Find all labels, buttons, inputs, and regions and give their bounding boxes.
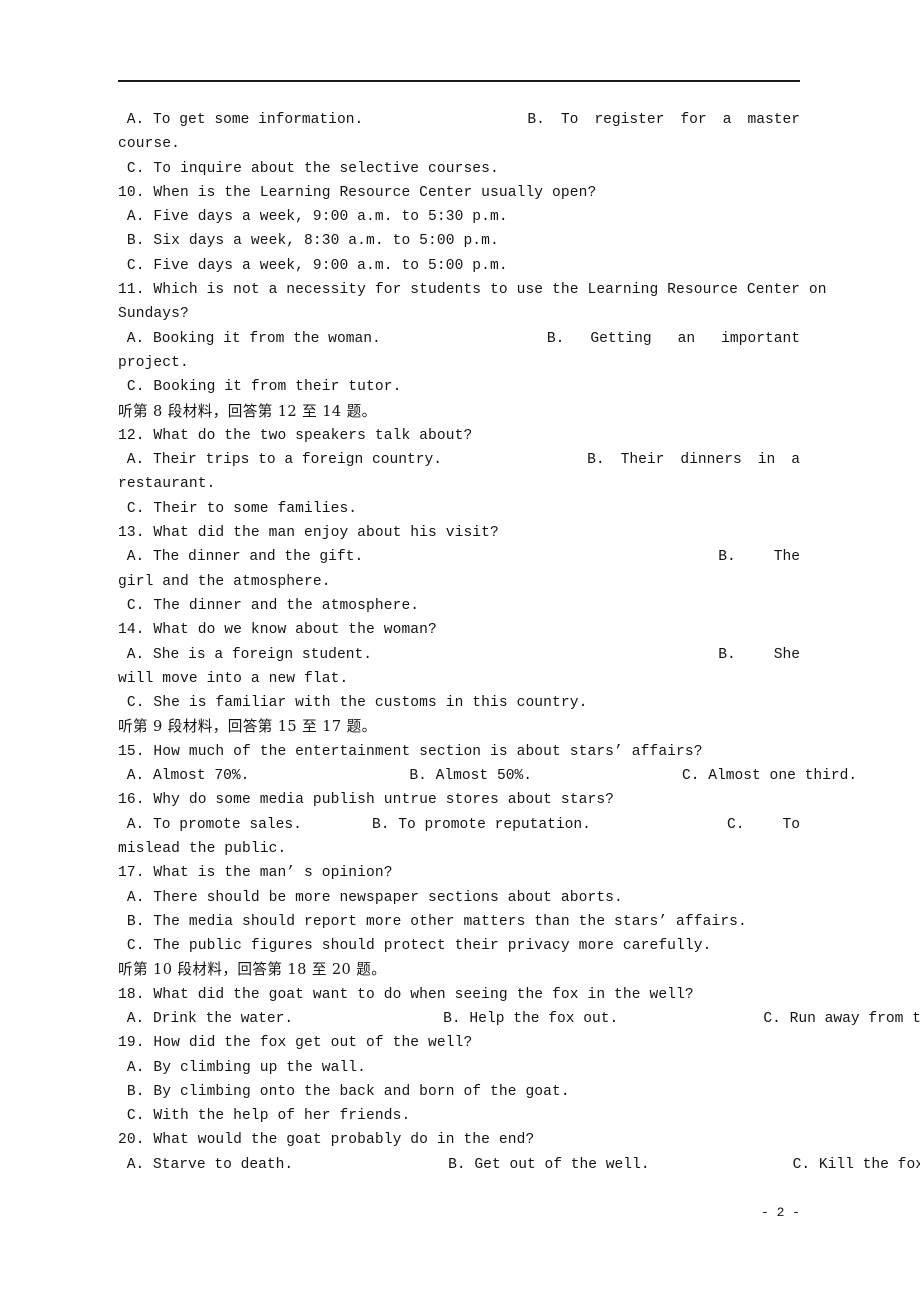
question-line: C. With the help of her friends. bbox=[118, 1108, 411, 1125]
option-row: A. Almost 70%. B. Almost 50%. C. Almost on… bbox=[118, 764, 857, 788]
option-choice: A. To get some information. bbox=[118, 112, 364, 128]
header-divider-rule bbox=[118, 80, 800, 82]
question-line: A. Five days a week, 9:00 a.m. to 5:30 p… bbox=[118, 209, 508, 226]
question-line: B. The media should report more other ma… bbox=[118, 913, 747, 930]
question-text-body: A. To get some information. B. To register f… bbox=[118, 108, 920, 1177]
option-choice: C. Kill the fox. bbox=[792, 1156, 920, 1173]
option-row-justified: A. The dinner and the gift. B. The bbox=[118, 545, 800, 569]
question-line: C. The dinner and the atmosphere. bbox=[118, 597, 420, 614]
word: master bbox=[747, 112, 800, 128]
option-choice: A. She is a foreign student. bbox=[118, 646, 372, 663]
option-row-justified: A. Booking it from the woman. B. Getting an… bbox=[118, 327, 800, 351]
question-line: Sundays? bbox=[118, 306, 189, 323]
word: a bbox=[791, 452, 800, 469]
question-line: will move into a new flat. bbox=[118, 670, 349, 687]
question-line: course. bbox=[118, 136, 181, 153]
option-choice-wrapped: B. Getting an important bbox=[547, 327, 800, 351]
option-choice: A. Booking it from the woman. bbox=[118, 330, 381, 347]
option-choice-wrapped: C. To bbox=[727, 813, 800, 837]
word: C. bbox=[726, 816, 745, 833]
question-line: 11. Which is not a necessity for student… bbox=[118, 282, 827, 299]
option-choice: A. The dinner and the gift. bbox=[118, 549, 364, 566]
option-row: A. Starve to death. B. Get out of the wel… bbox=[118, 1153, 920, 1177]
word: Getting bbox=[590, 330, 652, 347]
word: B. bbox=[718, 549, 736, 566]
word: She bbox=[773, 646, 800, 663]
question-line: 20. What would the goat probably do in t… bbox=[118, 1132, 535, 1149]
option-row-justified: A. To get some information. B. To register f… bbox=[118, 108, 800, 132]
word: B. bbox=[718, 646, 736, 663]
question-line: mislead the public. bbox=[118, 840, 287, 857]
option-choice: A. Their trips to a foreign country. bbox=[118, 452, 443, 469]
option-choice: A. Almost 70%. bbox=[118, 768, 250, 785]
question-line: 18. What did the goat want to do when se… bbox=[118, 986, 694, 1003]
question-line: 16. Why do some media publish untrue sto… bbox=[118, 792, 615, 809]
option-choice-wrapped: B. She bbox=[718, 643, 800, 667]
word: B. bbox=[546, 330, 565, 347]
option-row-justified: A. Their trips to a foreign country. B. Th… bbox=[118, 448, 800, 472]
question-line: C. She is familiar with the customs in t… bbox=[118, 695, 588, 712]
word: in bbox=[757, 452, 776, 469]
option-choice: A. Starve to death. bbox=[118, 1156, 294, 1173]
question-line: C. Five days a week, 9:00 a.m. to 5:00 p… bbox=[118, 257, 508, 274]
word: To bbox=[782, 816, 800, 833]
question-line: 12. What do the two speakers talk about? bbox=[118, 427, 473, 444]
option-choice: B. Get out of the well. bbox=[448, 1156, 650, 1173]
option-row-justified: A. To promote sales. B. To promote reput… bbox=[118, 813, 800, 837]
word: Their bbox=[620, 452, 665, 469]
question-line: A. By climbing up the wall. bbox=[118, 1059, 367, 1076]
question-line: C. To inquire about the selective course… bbox=[118, 160, 499, 177]
word: a bbox=[722, 112, 732, 128]
question-line: 10. When is the Learning Resource Center… bbox=[118, 184, 597, 201]
word: for bbox=[680, 112, 707, 128]
question-line: C. Booking it from their tutor. bbox=[118, 379, 402, 396]
question-line: C. Their to some families. bbox=[118, 500, 358, 517]
question-line: 17. What is the man’ s opinion? bbox=[118, 865, 393, 882]
question-line: C. The public figures should protect the… bbox=[118, 938, 712, 955]
word: dinners bbox=[680, 452, 742, 469]
section-direction-line: 听第 9 段材料，回答第 15 至 17 题。 bbox=[118, 718, 377, 736]
word: important bbox=[721, 330, 800, 347]
word: register bbox=[594, 112, 665, 128]
question-line: project. bbox=[118, 354, 189, 371]
question-line: B. Six days a week, 8:30 a.m. to 5:00 p.… bbox=[118, 233, 499, 250]
question-line: B. By climbing onto the back and born of… bbox=[118, 1083, 570, 1100]
option-choice-wrapped: B. The bbox=[718, 545, 800, 569]
option-choice: A. Drink the water. bbox=[118, 1010, 294, 1027]
option-choice: B. Almost 50%. bbox=[409, 768, 532, 785]
option-choice: C. Run away from the well. bbox=[763, 1010, 920, 1027]
question-line: 19. How did the fox get out of the well? bbox=[118, 1035, 473, 1052]
word: B. bbox=[587, 452, 605, 469]
question-line: 14. What do we know about the woman? bbox=[118, 622, 437, 639]
question-line: 15. How much of the entertainment sectio… bbox=[118, 743, 703, 760]
option-row-justified: A. She is a foreign student. B. She bbox=[118, 643, 800, 667]
question-line: A. There should be more newspaper sectio… bbox=[118, 889, 623, 906]
question-line: girl and the atmosphere. bbox=[118, 573, 331, 590]
option-choice-wrapped: B. To register for a master bbox=[527, 108, 800, 132]
option-choice-wrapped: B. Their dinners in a bbox=[587, 448, 800, 472]
word: To bbox=[560, 112, 579, 128]
section-direction-line: 听第 8 段材料，回答第 12 至 14 题。 bbox=[118, 402, 377, 420]
word: The bbox=[773, 549, 800, 566]
section-direction-line: 听第 10 段材料，回答第 18 至 20 题。 bbox=[118, 961, 387, 979]
word: an bbox=[677, 330, 696, 347]
option-choice: B. Help the fox out. bbox=[443, 1010, 619, 1027]
word: B. bbox=[527, 112, 545, 128]
document-page: A. To get some information. B. To register f… bbox=[0, 0, 920, 1302]
option-choice: A. To promote sales. B. To promote reput… bbox=[118, 816, 591, 833]
question-line: restaurant. bbox=[118, 476, 216, 493]
option-choice: C. Almost one third. bbox=[681, 768, 858, 785]
page-number: - 2 - bbox=[760, 1205, 800, 1220]
option-row: A. Drink the water. B. Help the fox out. C… bbox=[118, 1007, 920, 1031]
question-line: 13. What did the man enjoy about his vis… bbox=[118, 525, 499, 542]
